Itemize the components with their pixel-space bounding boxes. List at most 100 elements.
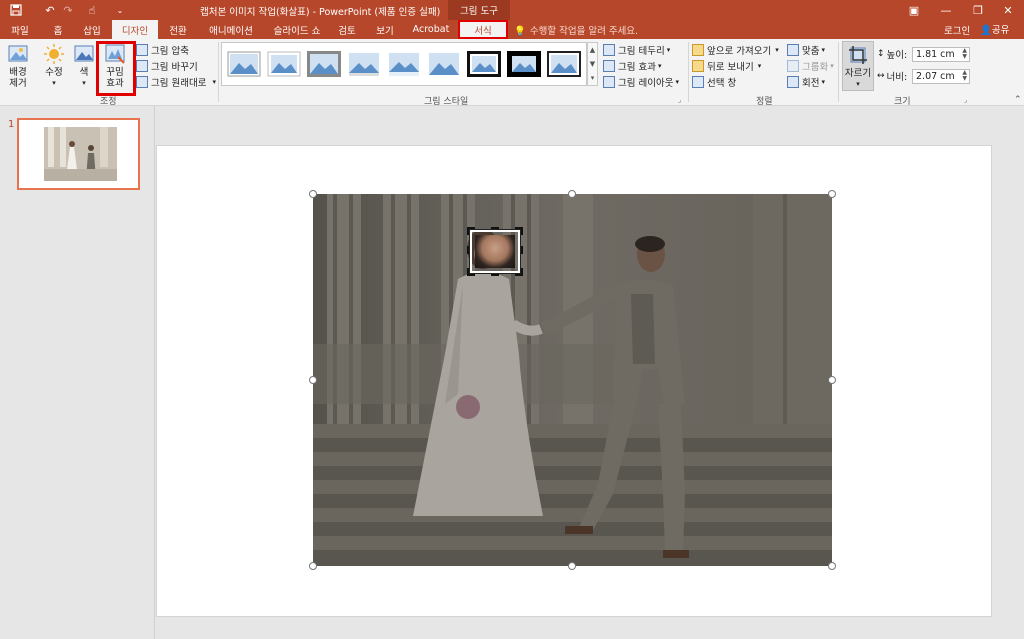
close-button[interactable]: ✕	[994, 1, 1022, 19]
title-bar: ↶ ↷ ☝ ⌄ 캡처본 이미지 작업(화살표) - PowerPoint (제품…	[0, 0, 1024, 20]
style-thumbnail[interactable]	[227, 51, 261, 77]
tab-slideshow[interactable]: 슬라이드 쇼	[266, 20, 328, 39]
change-picture-label: 그림 바꾸기	[151, 62, 198, 73]
style-thumbnail[interactable]	[507, 51, 541, 77]
picture-styles-gallery[interactable]	[221, 42, 587, 86]
compress-icon	[136, 44, 148, 56]
collapse-ribbon-icon[interactable]: ⌃	[1014, 95, 1022, 105]
change-picture-button[interactable]: 그림 바꾸기	[136, 59, 198, 73]
style-thumbnail[interactable]	[347, 51, 381, 77]
dialog-launcher-icon[interactable]: ⌟	[678, 96, 681, 104]
undo-icon[interactable]: ↶	[40, 2, 60, 18]
style-thumbnail[interactable]	[307, 51, 341, 77]
crop-button[interactable]: 자르기 ▾	[842, 41, 874, 91]
crop-handle-bottom-right[interactable]	[515, 268, 523, 276]
resize-handle-top[interactable]	[568, 190, 576, 198]
dropdown-arrow-icon: ▾	[666, 46, 671, 54]
tab-home[interactable]: 홈	[44, 20, 72, 39]
crop-handle-top-right[interactable]	[515, 227, 523, 235]
resize-handle-right[interactable]	[828, 376, 836, 384]
tab-transitions[interactable]: 전환	[160, 20, 196, 39]
tab-acrobat[interactable]: Acrobat	[408, 20, 454, 39]
crop-region[interactable]	[467, 227, 523, 276]
style-thumbnail[interactable]	[547, 51, 581, 77]
align-label: 맞춤	[802, 46, 820, 57]
dropdown-arrow-icon: ▾	[830, 62, 834, 70]
color-button[interactable]: 색 ▾	[72, 43, 96, 89]
height-input[interactable]: 1.81 cm ▲ ▼	[912, 47, 970, 62]
tab-review[interactable]: 검토	[332, 20, 362, 39]
compress-pictures-button[interactable]: 그림 압축	[136, 43, 189, 57]
slide-thumbnail[interactable]	[17, 118, 140, 190]
crop-label: 자르기	[844, 68, 872, 79]
crop-handle-left[interactable]	[467, 246, 475, 254]
corrections-label: 수정	[45, 67, 63, 78]
resize-handle-bottom[interactable]	[568, 562, 576, 570]
minimize-button[interactable]: —	[932, 1, 960, 19]
tell-me-box[interactable]: 💡 수행할 작업을 알려 주세요.	[514, 23, 638, 37]
rotate-button[interactable]: 회전 ▾	[787, 75, 825, 89]
color-icon	[74, 45, 94, 62]
group-button[interactable]: 그룹화 ▾	[787, 59, 834, 73]
dialog-launcher-icon[interactable]: ⌟	[964, 96, 967, 104]
crop-handle-bottom-left[interactable]	[467, 268, 475, 276]
maximize-button[interactable]: ❐	[964, 1, 992, 19]
style-thumbnail[interactable]	[267, 51, 301, 77]
align-button[interactable]: 맞춤 ▾	[787, 43, 825, 57]
redo-icon[interactable]: ↷	[58, 2, 78, 18]
crop-handle-top[interactable]	[491, 227, 499, 235]
tab-design[interactable]: 디자인	[112, 20, 158, 39]
picture-effects-button[interactable]: 그림 효과 ▾	[603, 59, 662, 73]
resize-handle-top-left[interactable]	[309, 190, 317, 198]
spinner-icon[interactable]: ▲ ▼	[962, 70, 967, 82]
window-title: 캡처본 이미지 작업(화살표) - PowerPoint (제품 인증 실패)	[200, 7, 441, 18]
style-thumbnail[interactable]	[467, 51, 501, 77]
ribbon-separator	[218, 42, 219, 102]
tab-insert[interactable]: 삽입	[74, 20, 110, 39]
style-thumbnail[interactable]	[387, 51, 421, 77]
share-label: 공유	[991, 25, 1010, 36]
bring-forward-button[interactable]: 앞으로 가져오기 ▾	[692, 43, 779, 57]
corrections-button[interactable]: 수정 ▾	[40, 43, 68, 89]
customize-icon[interactable]: ⌄	[110, 2, 130, 18]
touch-mode-icon[interactable]: ☝	[82, 2, 102, 18]
resize-handle-bottom-left[interactable]	[309, 562, 317, 570]
style-thumbnail[interactable]	[427, 51, 461, 77]
crop-handle-top-left[interactable]	[467, 227, 475, 235]
height-value: 1.81 cm	[916, 49, 955, 60]
scroll-down-icon[interactable]: ▼	[590, 60, 595, 68]
spinner-icon[interactable]: ▲ ▼	[962, 48, 967, 60]
tab-file[interactable]: 파일	[2, 20, 38, 39]
crop-handle-right[interactable]	[515, 246, 523, 254]
remove-background-button[interactable]: 배경 제거	[4, 43, 32, 89]
share-button[interactable]: 👤공유	[980, 22, 1009, 36]
width-input[interactable]: 2.07 cm ▲ ▼	[912, 69, 970, 84]
login-link[interactable]: 로그인	[944, 23, 970, 37]
resize-handle-top-right[interactable]	[828, 190, 836, 198]
tab-format[interactable]: 서식	[458, 20, 508, 39]
crop-handle-bottom[interactable]	[491, 268, 499, 276]
ribbon-display-options-button[interactable]: ▣	[900, 1, 928, 19]
scroll-up-icon[interactable]: ▲	[590, 46, 595, 54]
resize-handle-left[interactable]	[309, 376, 317, 384]
picture-layout-label: 그림 레이아웃	[618, 78, 674, 89]
gallery-more-icon[interactable]: ▾	[591, 74, 595, 82]
rotate-label: 회전	[802, 78, 820, 89]
send-backward-button[interactable]: 뒤로 보내기 ▾	[692, 59, 761, 73]
picture-effects-label: 그림 효과	[618, 62, 656, 73]
width-label-wrap: ↔ 너비:	[877, 69, 907, 83]
picture-border-button[interactable]: 그림 테두리 ▾	[603, 43, 670, 57]
wedding-photo[interactable]	[313, 194, 832, 566]
resize-handle-bottom-right[interactable]	[828, 562, 836, 570]
picture-layout-button[interactable]: 그림 레이아웃 ▾	[603, 75, 679, 89]
reset-picture-button[interactable]: 그림 원래대로 ▾	[136, 75, 216, 89]
save-icon[interactable]	[6, 2, 26, 18]
tab-animations[interactable]: 애니메이션	[200, 20, 262, 39]
selection-pane-button[interactable]: 선택 창	[692, 75, 736, 89]
remove-background-label: 배경 제거	[9, 67, 27, 89]
tab-view[interactable]: 보기	[370, 20, 400, 39]
gallery-scroll[interactable]: ▲ ▼ ▾	[587, 42, 598, 86]
group-icon	[787, 60, 799, 72]
remove-background-icon	[8, 45, 28, 62]
person-icon: 👤	[980, 25, 992, 36]
